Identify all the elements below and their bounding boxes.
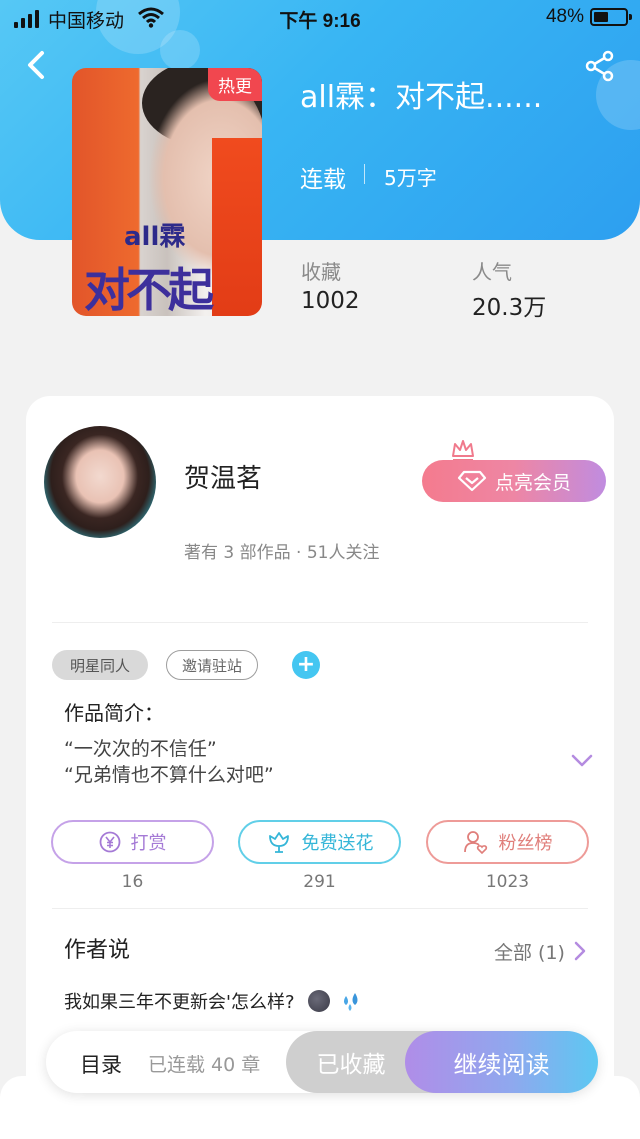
vip-button[interactable]: 点亮会员	[422, 460, 606, 502]
author-meta: 著有 3 部作品 · 51人关注	[184, 543, 380, 563]
table-of-contents-button[interactable]: 目录	[80, 1049, 122, 1079]
fan-rank-button[interactable]: 粉丝榜	[426, 820, 589, 864]
fan-rank-label: 粉丝榜	[498, 833, 553, 854]
crown-icon	[452, 440, 474, 461]
diamond-icon	[457, 470, 487, 492]
invite-tag[interactable]: 邀请驻站	[166, 650, 258, 680]
author-says-title: 作者说	[64, 938, 131, 963]
chevron-right-icon[interactable]	[572, 940, 588, 962]
author-name[interactable]: 贺温茗	[184, 458, 262, 495]
book-cover[interactable]: all霖 对不起 热更	[72, 68, 262, 316]
book-title: all霖：对不起......	[300, 80, 543, 115]
cover-title: 对不起	[84, 263, 214, 316]
new-moon-face-icon	[308, 990, 331, 1012]
stat-label-collect: 收藏	[301, 260, 341, 284]
tip-count: 16	[121, 872, 144, 892]
tip-button[interactable]: 打赏	[51, 820, 214, 864]
book-status: 连载	[300, 167, 346, 193]
yen-icon	[99, 831, 120, 853]
continue-reading-button[interactable]: 继续阅读	[405, 1031, 598, 1093]
clock: 下午 9:16	[279, 11, 361, 32]
divider	[52, 908, 588, 909]
intro-line: “一次次的不信任”	[64, 738, 217, 760]
stat-value-popularity: 20.3万	[472, 295, 547, 321]
add-tag-button[interactable]: +	[292, 651, 320, 679]
fan-count: 1023	[485, 872, 530, 892]
word-count: 5万字	[384, 166, 437, 190]
collected-label: 已收藏	[316, 1052, 386, 1078]
cover-title: all霖	[124, 222, 186, 252]
tag-item[interactable]: 明星同人	[52, 650, 148, 680]
sweat-droplets-icon	[343, 993, 358, 1011]
stat-value-collect: 1002	[301, 288, 360, 314]
share-icon[interactable]	[584, 50, 616, 82]
chapter-count: 已连载 40 章	[148, 1054, 261, 1076]
author-avatar[interactable]	[44, 426, 156, 538]
view-all-link[interactable]: 全部 (1)	[494, 938, 565, 965]
vip-button-label: 点亮会员	[494, 471, 571, 494]
fan-user-icon	[463, 831, 487, 854]
intro-label: 作品简介：	[64, 701, 164, 725]
cover-art	[212, 138, 262, 316]
send-flower-button[interactable]: 免费送花	[238, 820, 401, 864]
intro-line: “兄弟情也不算什么对吧”	[64, 764, 274, 786]
hot-badge: 热更	[208, 68, 262, 101]
battery-icon	[590, 8, 632, 26]
battery-percentage: 48%	[545, 6, 584, 27]
stat-label-popularity: 人气	[472, 260, 512, 284]
status-bar: 中国移动 下午 9:16 48%	[0, 0, 640, 36]
tip-label: 打赏	[130, 833, 167, 854]
author-post-text: 我如果三年不更新会'怎么样?	[64, 992, 295, 1013]
send-flower-label: 免费送花	[301, 833, 374, 854]
flower-count: 291	[303, 872, 336, 892]
flower-icon	[268, 832, 289, 853]
back-icon[interactable]	[22, 48, 52, 82]
continue-reading-label: 继续阅读	[453, 1050, 550, 1079]
chevron-down-icon[interactable]	[570, 752, 594, 770]
divider	[52, 622, 588, 623]
author-post[interactable]: 我如果三年不更新会'怎么样?	[64, 988, 364, 1014]
divider	[364, 164, 365, 184]
decor-bubble	[160, 30, 200, 70]
